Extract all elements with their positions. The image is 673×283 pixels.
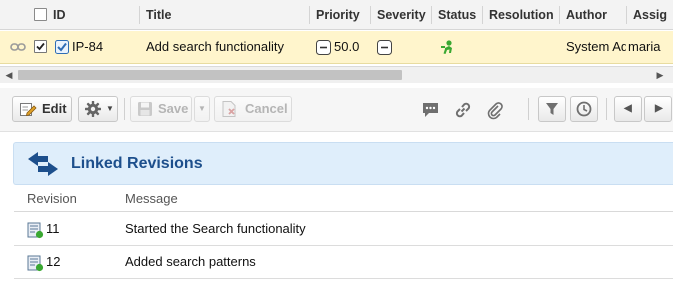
previous-button[interactable]: ◀ (614, 96, 642, 122)
linked-revisions-icon (26, 151, 60, 177)
filter-icon (543, 100, 561, 118)
edit-icon (19, 100, 37, 118)
settings-menu-button[interactable]: ▼ (78, 96, 118, 122)
next-button[interactable]: ▶ (644, 96, 672, 122)
row-priority: 50.0 (334, 39, 360, 54)
cancel-button[interactable]: Cancel (214, 96, 292, 122)
severity-icon (377, 40, 392, 55)
gear-icon (84, 100, 102, 118)
toolbar-divider (606, 98, 607, 120)
column-header-revision: Revision (27, 191, 77, 206)
table-row[interactable]: IP-84 Add search functionality 50.0 Syst… (0, 31, 673, 64)
column-header-priority[interactable]: Priority (316, 0, 360, 30)
toolbar-divider (124, 98, 125, 120)
priority-icon (316, 40, 331, 55)
row-id-link[interactable]: IP-84 (72, 31, 103, 64)
status-icon (440, 39, 456, 55)
comment-icon[interactable] (421, 100, 441, 120)
work-item-type-icon (55, 40, 69, 54)
revision-message: Started the Search functionality (125, 221, 306, 236)
link-chain-icon (10, 41, 26, 53)
column-separator (139, 6, 140, 24)
column-separator (370, 6, 371, 24)
linked-revisions-header[interactable]: Linked Revisions (13, 142, 673, 185)
column-separator (482, 6, 483, 24)
table-row[interactable]: 12 Added search patterns (14, 246, 673, 279)
column-separator (626, 6, 627, 24)
grid-header: ID Title Priority Severity Status Resolu… (0, 0, 673, 30)
cancel-button-label: Cancel (245, 101, 288, 116)
column-header-resolution[interactable]: Resolution (489, 0, 554, 30)
column-separator (559, 6, 560, 24)
toolbar: Edit ▼ Save ▼ Cancel ◀ ▶ (0, 88, 673, 132)
column-separator (431, 6, 432, 24)
section-title: Linked Revisions (71, 155, 203, 172)
edit-button[interactable]: Edit (12, 96, 72, 122)
edit-button-label: Edit (42, 101, 67, 116)
row-checkbox[interactable] (34, 40, 47, 53)
scroll-right-icon[interactable]: ▶ (654, 69, 666, 81)
attachment-icon[interactable] (485, 100, 505, 120)
chevron-down-icon: ▼ (198, 104, 206, 113)
toolbar-divider (528, 98, 529, 120)
revision-icon (27, 222, 44, 239)
scroll-left-icon[interactable]: ◀ (3, 69, 15, 81)
scrollbar-thumb[interactable] (18, 70, 402, 80)
save-button[interactable]: Save (130, 96, 192, 122)
revision-number[interactable]: 12 (46, 246, 60, 278)
prev-icon: ◀ (624, 103, 632, 114)
column-header-message: Message (125, 191, 178, 206)
column-header-id[interactable]: ID (53, 0, 66, 30)
column-header-assignee[interactable]: Assig (633, 0, 673, 30)
column-separator (309, 6, 310, 24)
save-options-dropdown[interactable]: ▼ (194, 96, 210, 122)
filter-button[interactable] (538, 96, 566, 122)
save-icon (136, 100, 154, 118)
revision-message: Added search patterns (125, 254, 256, 269)
next-icon: ▶ (655, 103, 663, 114)
revision-icon (27, 255, 44, 272)
row-title[interactable]: Add search functionality (146, 31, 284, 64)
column-header-status[interactable]: Status (438, 0, 476, 30)
cancel-icon (220, 100, 238, 118)
horizontal-scrollbar[interactable]: ◀ ▶ (0, 66, 673, 83)
chevron-down-icon: ▼ (106, 104, 114, 113)
history-button[interactable] (570, 96, 598, 122)
history-icon (575, 100, 593, 118)
row-assignee: maria (628, 39, 661, 54)
revision-number[interactable]: 11 (46, 213, 60, 245)
column-header-severity[interactable]: Severity (377, 0, 426, 30)
link-icon[interactable] (453, 100, 473, 120)
column-header-title[interactable]: Title (146, 0, 171, 30)
row-author: System Adı (566, 39, 626, 54)
select-all-checkbox[interactable] (34, 8, 47, 21)
table-row[interactable]: 11 Started the Search functionality (14, 213, 673, 246)
save-button-label: Save (158, 101, 189, 116)
revisions-table-header: Revision Message (14, 188, 673, 212)
column-header-author[interactable]: Author (566, 0, 607, 30)
